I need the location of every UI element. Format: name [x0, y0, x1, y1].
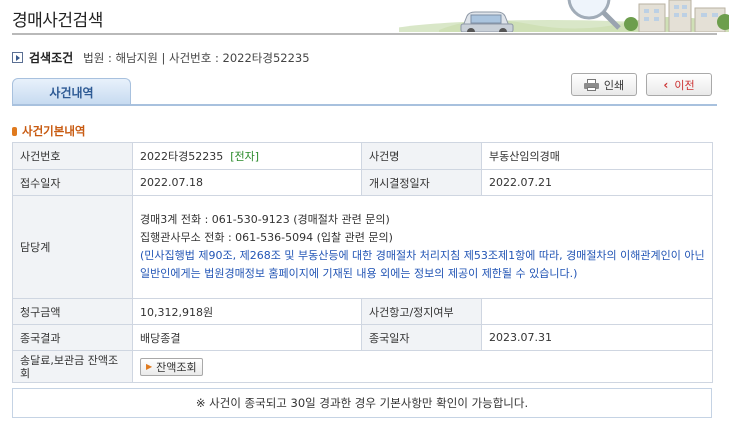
chevron-left-icon: ‹ — [663, 77, 669, 92]
balance-inquiry-button[interactable]: ▶ 잔액조회 — [140, 357, 203, 376]
table-row: 접수일자 2022.07.18 개시결정일자 2022.07.21 — [12, 169, 713, 196]
start-date-value: 2022.07.21 — [481, 169, 713, 196]
case-no-cell: 2022타경52235 [전자] — [132, 142, 362, 170]
end-date-label: 종국일자 — [361, 324, 482, 351]
tab-case-details-label: 사건내역 — [49, 85, 94, 100]
dept-legal-notice: (민사집행법 제90조, 제268조 및 부동산등에 대한 경매절차 처리지침 … — [140, 249, 705, 280]
prev-button-label: 이전 — [674, 78, 695, 92]
end-date-value: 2023.07.31 — [481, 324, 713, 351]
result-label: 종국결과 — [12, 324, 133, 351]
title-underline — [12, 33, 717, 35]
case-no-value: 2022타경52235 — [140, 150, 224, 163]
start-date-label: 개시결정일자 — [361, 169, 482, 196]
table-row: 사건번호 2022타경52235 [전자] 사건명 부동산임의경매 — [12, 142, 713, 170]
balance-label: 송달료,보관금 잔액조회 — [12, 350, 133, 383]
appeal-value — [481, 298, 713, 325]
claim-label: 청구금액 — [12, 298, 133, 325]
print-button[interactable]: 인쇄 — [571, 73, 637, 96]
electronic-tag: [전자] — [230, 150, 260, 163]
dept-label: 담당계 — [12, 195, 133, 299]
case-info-table: 사건번호 2022타경52235 [전자] 사건명 부동산임의경매 접수일자 2… — [12, 142, 713, 383]
tab-case-details[interactable]: 사건내역 — [12, 78, 131, 105]
search-condition-title: 검색조건 — [29, 51, 74, 65]
dept-contact-line: 경매3계 전화 : 061-530-9123 (경매절차 관련 문의) — [140, 213, 390, 226]
balance-cell: ▶ 잔액조회 — [132, 350, 713, 383]
table-row: 송달료,보관금 잔액조회 ▶ 잔액조회 — [12, 350, 713, 383]
table-row: 담당계 경매3계 전화 : 061-530-9123 (경매절차 관련 문의) … — [12, 195, 713, 299]
print-button-label: 인쇄 — [603, 78, 625, 92]
arrow-box-icon — [12, 52, 23, 63]
receipt-date-value: 2022.07.18 — [132, 169, 362, 196]
bullet-icon — [12, 126, 17, 136]
section-title: 사건기본내역 — [12, 123, 85, 139]
arrow-right-icon: ▶ — [146, 362, 153, 371]
printer-icon — [583, 78, 599, 91]
receipt-date-label: 접수일자 — [12, 169, 133, 196]
table-row: 종국결과 배당종결 종국일자 2023.07.31 — [12, 324, 713, 351]
notice-box: ※ 사건이 종국되고 30일 경과한 경우 기본사항만 확인이 가능합니다. — [12, 388, 712, 418]
section-title-text: 사건기본내역 — [22, 124, 86, 138]
case-no-label: 사건번호 — [12, 142, 133, 170]
dept-cell: 경매3계 전화 : 061-530-9123 (경매절차 관련 문의) 집행관사… — [132, 195, 713, 299]
appeal-label: 사건항고/정지여부 — [361, 298, 482, 325]
balance-label-text: 송달료,보관금 잔액조회 — [20, 353, 119, 380]
search-condition-text: 법원 : 해남지원 | 사건번호 : 2022타경52235 — [83, 50, 310, 65]
case-name-value: 부동산임의경매 — [481, 142, 713, 170]
tab-underline — [12, 104, 717, 106]
page-title: 경매사건검색 — [12, 11, 103, 31]
result-value: 배당종결 — [132, 324, 362, 351]
bailiff-contact-line: 집행관사무소 전화 : 061-536-5094 (입찰 관련 문의) — [140, 231, 393, 244]
table-row: 청구금액 10,312,918원 사건항고/정지여부 — [12, 298, 713, 325]
prev-button[interactable]: ‹ 이전 — [646, 73, 712, 96]
case-name-label: 사건명 — [361, 142, 482, 170]
search-condition-bar: 검색조건 법원 : 해남지원 | 사건번호 : 2022타경52235 — [12, 49, 310, 66]
notice-text: ※ 사건이 종국되고 30일 경과한 경우 기본사항만 확인이 가능합니다. — [195, 396, 529, 410]
claim-value: 10,312,918원 — [132, 298, 362, 325]
balance-inquiry-label: 잔액조회 — [156, 360, 197, 374]
header-banner-illustration — [399, 0, 729, 32]
